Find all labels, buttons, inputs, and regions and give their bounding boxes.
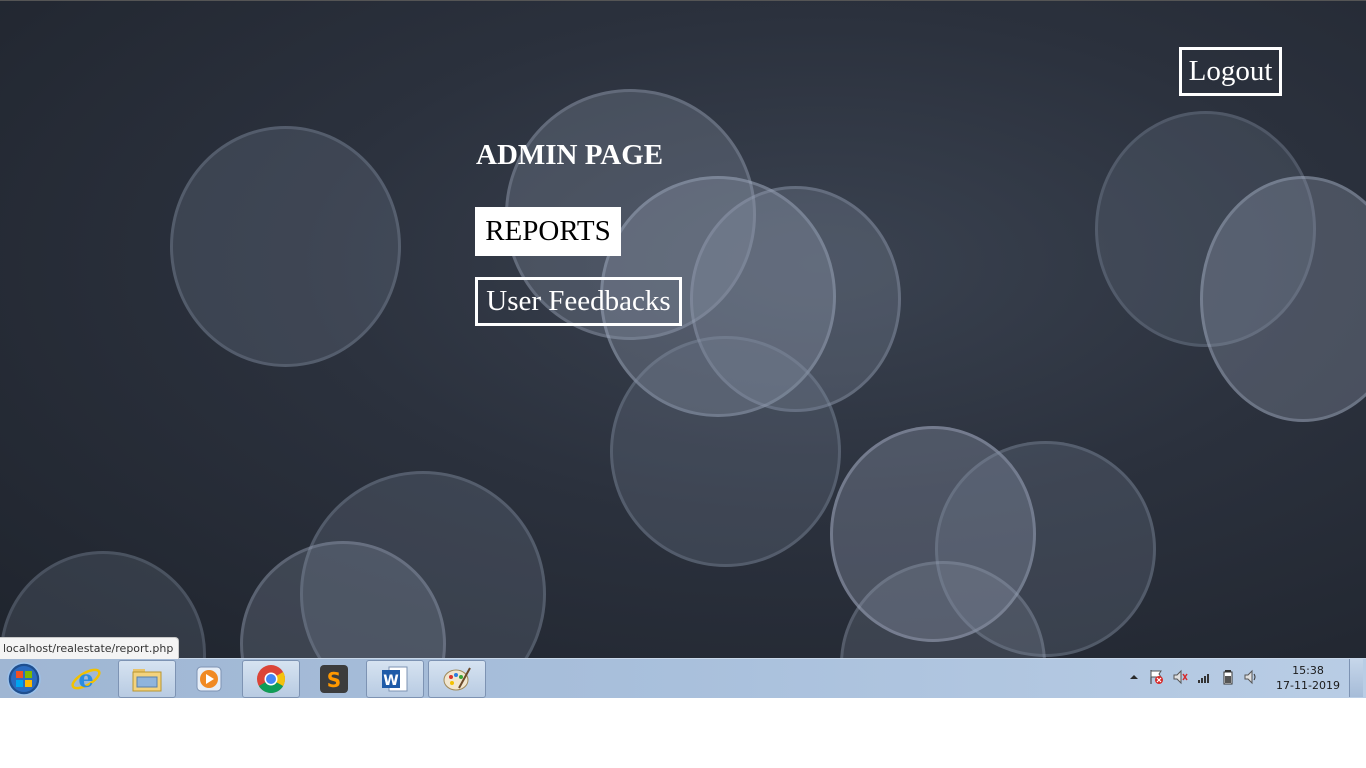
status-bar-url: localhost/realestate/report.php (0, 637, 180, 659)
show-desktop-button[interactable] (1349, 659, 1363, 697)
svg-text:e: e (78, 664, 93, 693)
word-icon: W (382, 666, 408, 692)
paint-icon (443, 667, 471, 691)
svg-text:W: W (383, 673, 398, 689)
internet-explorer-icon: e (71, 664, 101, 693)
logout-button[interactable]: Logout (1179, 47, 1282, 96)
taskbar-word[interactable]: W (366, 660, 424, 698)
clock-time: 15:38 (1292, 664, 1324, 677)
taskbar-media-player[interactable] (180, 660, 238, 698)
bokeh-decoration (170, 126, 401, 367)
bokeh-decoration (610, 336, 841, 567)
page-background: Logout ADMIN PAGE REPORTS User Feedbacks (0, 0, 1366, 658)
chrome-icon (257, 665, 285, 693)
clock-date: 17-11-2019 (1276, 679, 1340, 692)
media-player-icon (196, 666, 222, 692)
taskbar-file-explorer[interactable] (118, 660, 176, 698)
page-title: ADMIN PAGE (476, 139, 664, 171)
system-clock[interactable]: 15:38 17-11-2019 (1268, 663, 1348, 693)
taskbar-sublime-text[interactable]: S (305, 660, 363, 698)
sublime-text-icon: S (320, 665, 348, 693)
taskbar-internet-explorer[interactable]: e (57, 660, 115, 698)
user-feedbacks-button[interactable]: User Feedbacks (475, 277, 682, 326)
taskbar-chrome[interactable] (242, 660, 300, 698)
reports-button[interactable]: REPORTS (475, 207, 621, 256)
volume-icon[interactable] (1243, 669, 1259, 685)
network-signal-icon[interactable] (1196, 669, 1212, 685)
show-hidden-icons-icon[interactable] (1126, 669, 1142, 685)
battery-icon[interactable] (1220, 669, 1236, 685)
windows-start-icon (7, 662, 41, 696)
file-explorer-icon (132, 669, 162, 692)
action-center-icon[interactable] (1148, 669, 1164, 685)
start-button[interactable] (2, 660, 46, 698)
taskbar-paint[interactable] (428, 660, 486, 698)
taskbar: e S W 15:38 17-11-2019 (0, 658, 1366, 698)
svg-text:S: S (327, 668, 341, 692)
speaker-muted-icon[interactable] (1172, 669, 1188, 685)
